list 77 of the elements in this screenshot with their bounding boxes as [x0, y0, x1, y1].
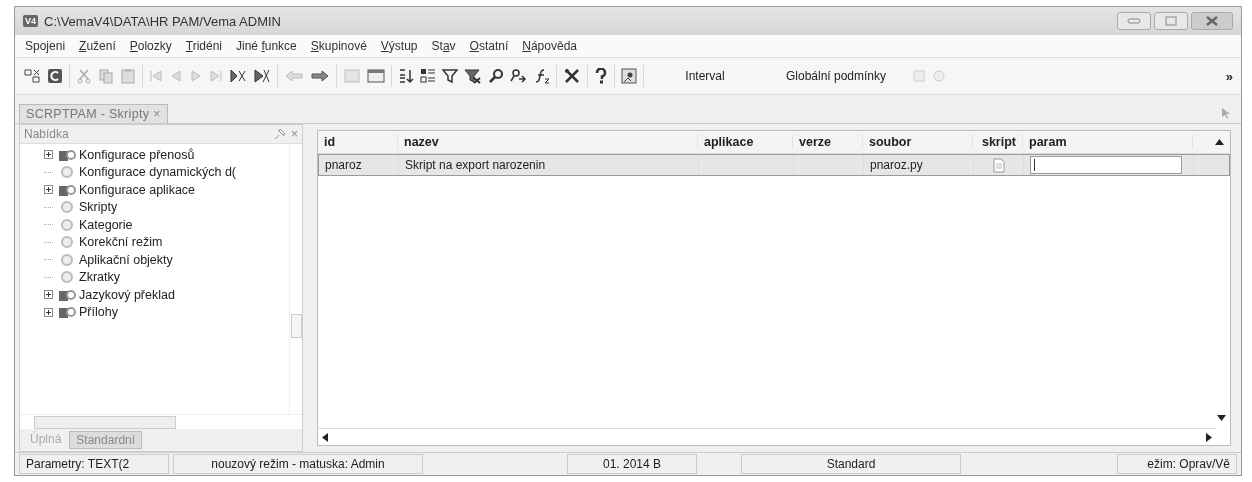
image-icon[interactable]	[621, 68, 637, 84]
gear-icon	[58, 251, 76, 268]
menu-item[interactable]: Spojeni	[25, 39, 66, 53]
table-cell: pnaroz	[325, 158, 362, 172]
forward-arrow-icon[interactable]	[310, 69, 330, 83]
expand-icon[interactable]	[44, 307, 53, 317]
table-cell: Skript na export narozenin	[405, 158, 546, 172]
gear-icon	[58, 269, 76, 286]
table-cell: pnaroz.py	[870, 158, 923, 172]
tree-item[interactable]: Přílohy	[44, 303, 289, 321]
function-icon[interactable]	[534, 68, 550, 84]
column-header[interactable]: nazev	[398, 135, 698, 149]
gear-icon	[58, 216, 76, 233]
scroll-right-icon[interactable]	[1206, 432, 1212, 442]
help-icon[interactable]	[594, 68, 608, 84]
close-button[interactable]	[1191, 12, 1233, 30]
status-field: 01. 2014 B	[567, 454, 697, 474]
gear-icon	[58, 199, 76, 216]
filter-icon[interactable]	[442, 68, 458, 84]
scroll-down-icon[interactable]	[1217, 415, 1226, 421]
column-header[interactable]: aplikace	[698, 135, 793, 149]
toolbar-button[interactable]: Globální podmínky	[766, 65, 906, 87]
tree-item[interactable]: Konfigurace přenosů	[44, 146, 289, 164]
pointer-icon	[1221, 107, 1231, 119]
tree-item[interactable]: Kategorie	[44, 216, 289, 234]
columns-icon[interactable]	[420, 68, 436, 84]
folder-gear-icon	[58, 304, 76, 321]
minimize-icon	[1127, 18, 1141, 24]
column-header[interactable]: verze	[793, 135, 863, 149]
window-title: C:\VemaV4\DATA\HR PAM/Vema ADMIN	[44, 13, 281, 29]
expand-icon[interactable]	[44, 150, 53, 160]
gear-icon	[58, 164, 76, 181]
tree-item[interactable]: Konfigurace aplikace	[44, 181, 289, 199]
filter-clear-icon[interactable]	[464, 68, 482, 84]
menu-item[interactable]: Stav	[431, 39, 456, 53]
tree-item[interactable]: Jazykový překlad	[44, 286, 289, 304]
status-field: Standard	[741, 454, 961, 474]
maximize-icon	[1165, 16, 1177, 26]
find-next-icon[interactable]	[510, 68, 528, 84]
column-header[interactable]: skript	[973, 135, 1023, 149]
window-icon[interactable]	[367, 68, 385, 84]
tree-item[interactable]: Konfigurace dynamických d(	[44, 163, 289, 181]
status-field: Parametry: TEXT(2	[19, 454, 169, 474]
scroll-left-icon[interactable]	[322, 432, 328, 442]
sort-icon[interactable]	[398, 68, 414, 84]
mark-icon[interactable]	[229, 68, 247, 84]
column-header[interactable]: id	[318, 135, 398, 149]
tree-item[interactable]: Korekční režim	[44, 233, 289, 251]
menu-item[interactable]: Ostatní	[469, 39, 509, 53]
tree-item[interactable]: Zkratky	[44, 268, 289, 286]
tree-item[interactable]: Skripty	[44, 198, 289, 216]
menu-item[interactable]: Skupinové	[310, 39, 367, 53]
document-tab[interactable]: SCRPTPAM - Skripty ×	[19, 104, 168, 123]
column-header[interactable]: param	[1023, 135, 1193, 149]
toolbar-button[interactable]: Interval	[650, 65, 760, 87]
scrollbar[interactable]	[289, 144, 302, 414]
search-icon[interactable]	[488, 68, 504, 84]
tree-item[interactable]: Aplikační objekty	[44, 251, 289, 269]
status-field: nouzový režim - matuska: Admin	[173, 454, 423, 474]
status-field: ežim: Oprav/Vě	[1117, 454, 1237, 474]
menu-item[interactable]: Nápověda	[522, 39, 577, 53]
column-header[interactable]: soubor	[863, 135, 973, 149]
toolbar-overflow-button[interactable]: »	[1225, 68, 1233, 84]
app-logo: V4	[23, 15, 38, 27]
panel-title: Nabídka	[24, 127, 70, 141]
unmark-icon[interactable]	[253, 68, 271, 84]
input-field[interactable]	[1030, 156, 1182, 174]
menu-item[interactable]: Tridéni	[185, 39, 223, 53]
refresh-icon[interactable]	[47, 68, 63, 84]
expand-icon[interactable]	[44, 185, 53, 195]
gear-icon	[58, 234, 76, 251]
scroll-up-icon[interactable]	[1215, 139, 1224, 145]
menu-item[interactable]: Zužení	[79, 39, 116, 53]
expand-icon[interactable]	[44, 290, 53, 300]
menu-item[interactable]: Výstup	[380, 39, 418, 53]
menu-item[interactable]: Polozky	[129, 39, 172, 53]
menu-item[interactable]: Jiné funkce	[236, 39, 297, 53]
